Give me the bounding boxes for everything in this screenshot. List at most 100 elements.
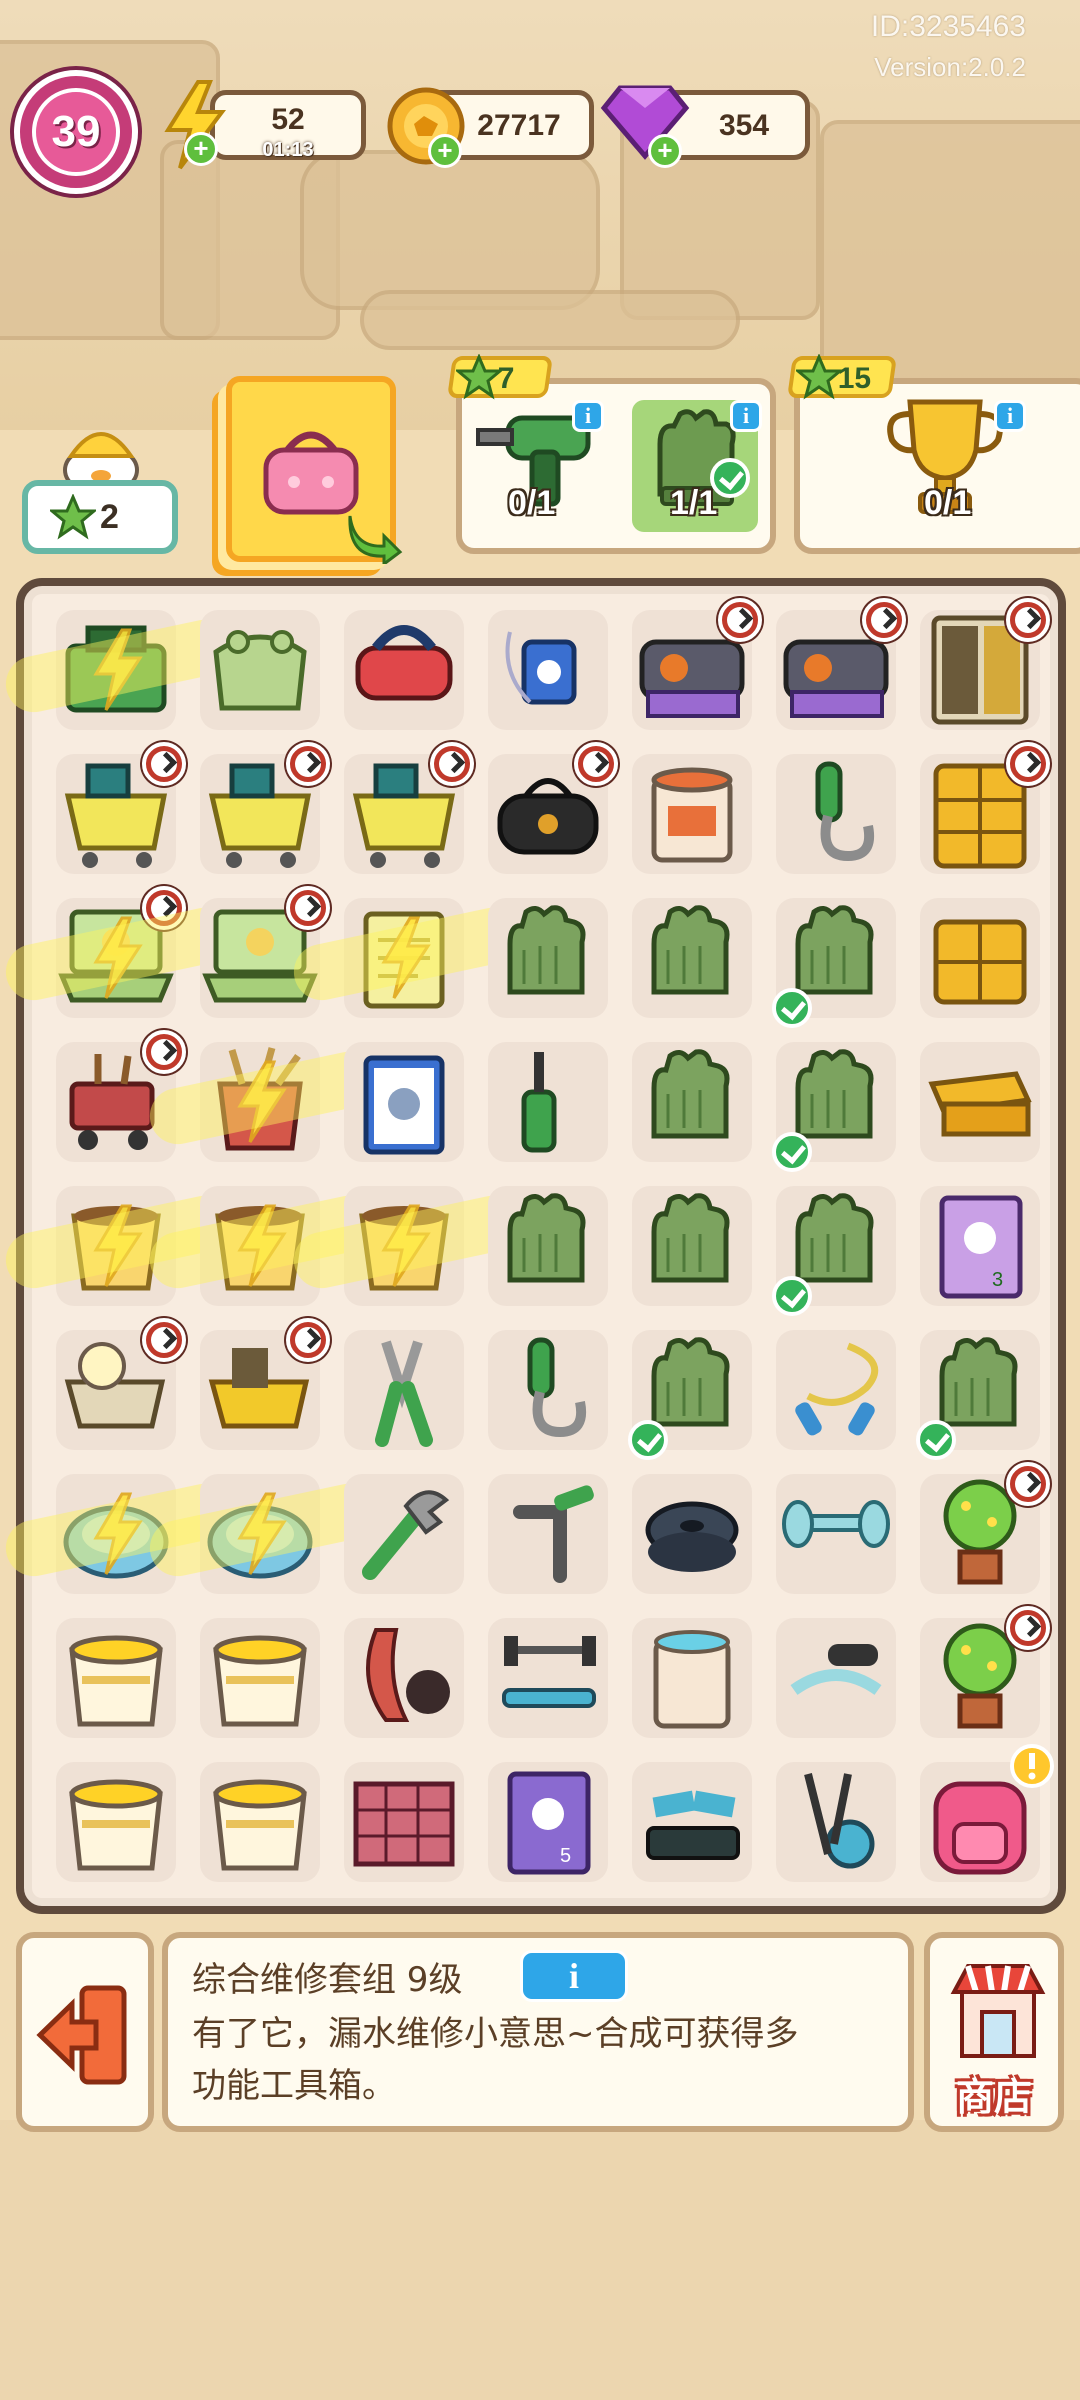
board-cell[interactable] xyxy=(908,742,1052,886)
yellow-bucket-icon[interactable] xyxy=(202,1764,318,1880)
board-cell[interactable] xyxy=(332,1318,476,1462)
board-cell[interactable] xyxy=(44,1174,188,1318)
weight-plates-icon[interactable] xyxy=(634,1476,750,1592)
board-cell[interactable] xyxy=(44,1606,188,1750)
board-cell[interactable] xyxy=(764,886,908,1030)
board-cell[interactable] xyxy=(332,1462,476,1606)
add-energy-button[interactable]: + xyxy=(184,132,218,166)
board-cell[interactable] xyxy=(620,598,764,742)
board-cell[interactable] xyxy=(908,1744,1054,1894)
board-cell[interactable] xyxy=(620,886,764,1030)
exit-button[interactable] xyxy=(16,1932,154,2132)
drawer-icon[interactable] xyxy=(922,1044,1038,1160)
garden-gloves-icon[interactable] xyxy=(490,1188,606,1304)
seed-pot-icon[interactable] xyxy=(202,1188,318,1304)
board-cell[interactable] xyxy=(908,886,1052,1030)
yellow-bucket-icon[interactable] xyxy=(58,1620,174,1736)
order-2-trophy-info-button[interactable]: i xyxy=(994,400,1026,432)
grip-trainer-icon[interactable] xyxy=(778,756,894,872)
board-cell[interactable] xyxy=(764,1030,908,1174)
board-cell[interactable] xyxy=(908,1030,1052,1174)
board-cell[interactable] xyxy=(476,886,620,1030)
board-cell[interactable] xyxy=(332,1174,476,1318)
robot-vacuum-icon[interactable] xyxy=(202,1476,318,1592)
board-cell[interactable] xyxy=(764,1318,908,1462)
featured-item-card[interactable] xyxy=(226,376,403,564)
board-cell[interactable] xyxy=(476,1462,620,1606)
push-up-grip-icon[interactable] xyxy=(778,1620,894,1736)
garden-gloves-icon[interactable] xyxy=(634,900,750,1016)
brick-pallet-icon[interactable] xyxy=(346,1764,462,1880)
board-cell[interactable] xyxy=(332,742,476,886)
dumbbells-icon[interactable] xyxy=(778,1476,894,1592)
board-cell[interactable] xyxy=(908,1462,1052,1606)
board-cell[interactable] xyxy=(44,886,188,1030)
garden-gloves-icon[interactable] xyxy=(634,1044,750,1160)
board-cell[interactable] xyxy=(188,1174,332,1318)
board-cell[interactable] xyxy=(620,1318,764,1462)
board-cell[interactable] xyxy=(476,1318,620,1462)
board-cell[interactable] xyxy=(476,1174,620,1318)
board-cell[interactable] xyxy=(620,1606,764,1750)
board-cell[interactable] xyxy=(620,742,764,886)
board-cell[interactable] xyxy=(332,886,476,1030)
grip-trainer-icon[interactable] xyxy=(490,1332,606,1448)
small-cabinet-icon[interactable] xyxy=(922,900,1038,1016)
robot-vacuum-icon[interactable] xyxy=(58,1476,174,1592)
board-cell[interactable] xyxy=(188,598,332,742)
sticker-book-icon[interactable]: 3 xyxy=(922,1188,1038,1304)
board-cell[interactable] xyxy=(44,1030,188,1174)
board-cell[interactable] xyxy=(188,742,332,886)
board-cell[interactable] xyxy=(476,742,620,886)
board-cell[interactable] xyxy=(332,1606,476,1750)
board-cell[interactable] xyxy=(764,1606,908,1750)
resistance-band-icon[interactable] xyxy=(346,1620,462,1736)
board-cell[interactable] xyxy=(908,1606,1052,1750)
board-cell[interactable] xyxy=(44,1462,188,1606)
board-cell[interactable] xyxy=(764,1750,908,1894)
board-cell[interactable] xyxy=(620,1750,764,1894)
stepper-icon[interactable] xyxy=(634,1764,750,1880)
clipboard-icon[interactable] xyxy=(346,1044,462,1160)
wrench-icon[interactable] xyxy=(346,1476,462,1592)
yellow-bucket-icon[interactable] xyxy=(202,1620,318,1736)
board-cell[interactable] xyxy=(44,742,188,886)
board-cell[interactable] xyxy=(476,1030,620,1174)
seed-pot-icon[interactable] xyxy=(58,1188,174,1304)
board-cell[interactable] xyxy=(44,1318,188,1462)
board-cell[interactable] xyxy=(188,886,332,1030)
board-cell[interactable] xyxy=(764,1174,908,1318)
mascot-star-counter[interactable]: 2 xyxy=(22,412,178,554)
level-badge[interactable]: 39 xyxy=(14,70,138,194)
pliers-icon[interactable] xyxy=(346,1332,462,1448)
board-cell[interactable] xyxy=(188,1606,332,1750)
board-cell[interactable] xyxy=(188,1750,332,1894)
board-cell[interactable] xyxy=(620,1462,764,1606)
notebook-icon[interactable] xyxy=(346,900,462,1016)
board-cell[interactable] xyxy=(332,1750,476,1894)
board-cell[interactable] xyxy=(908,598,1052,742)
elliptical-icon[interactable] xyxy=(778,1764,894,1880)
board-cell[interactable]: 5 xyxy=(476,1750,620,1894)
shop-button[interactable]: 商店 xyxy=(924,1932,1064,2132)
tool-bucket-icon[interactable] xyxy=(202,1044,318,1160)
board-cell[interactable] xyxy=(764,742,908,886)
board-cell[interactable] xyxy=(764,598,908,742)
board-cell[interactable] xyxy=(332,1030,476,1174)
jump-rope-icon[interactable] xyxy=(778,1332,894,1448)
board-cell[interactable] xyxy=(476,598,620,742)
energy-box[interactable]: 52 01:13 xyxy=(210,90,366,161)
board-cell[interactable] xyxy=(476,1606,620,1750)
add-coins-button[interactable]: + xyxy=(428,134,462,168)
board-cell[interactable] xyxy=(332,598,476,742)
board-cell[interactable] xyxy=(764,1462,908,1606)
board-cell[interactable] xyxy=(188,1462,332,1606)
paint-can-icon[interactable] xyxy=(634,1620,750,1736)
hex-wrench-icon[interactable] xyxy=(490,1476,606,1592)
paint-bucket-icon[interactable] xyxy=(634,756,750,872)
vr-goggles-icon[interactable] xyxy=(346,612,462,728)
frog-pouch-icon[interactable] xyxy=(202,612,318,728)
item-info-button[interactable]: i xyxy=(520,1950,628,2002)
order-1-drill-info-button[interactable]: i xyxy=(572,400,604,432)
toolbox-green-icon[interactable] xyxy=(58,612,174,728)
